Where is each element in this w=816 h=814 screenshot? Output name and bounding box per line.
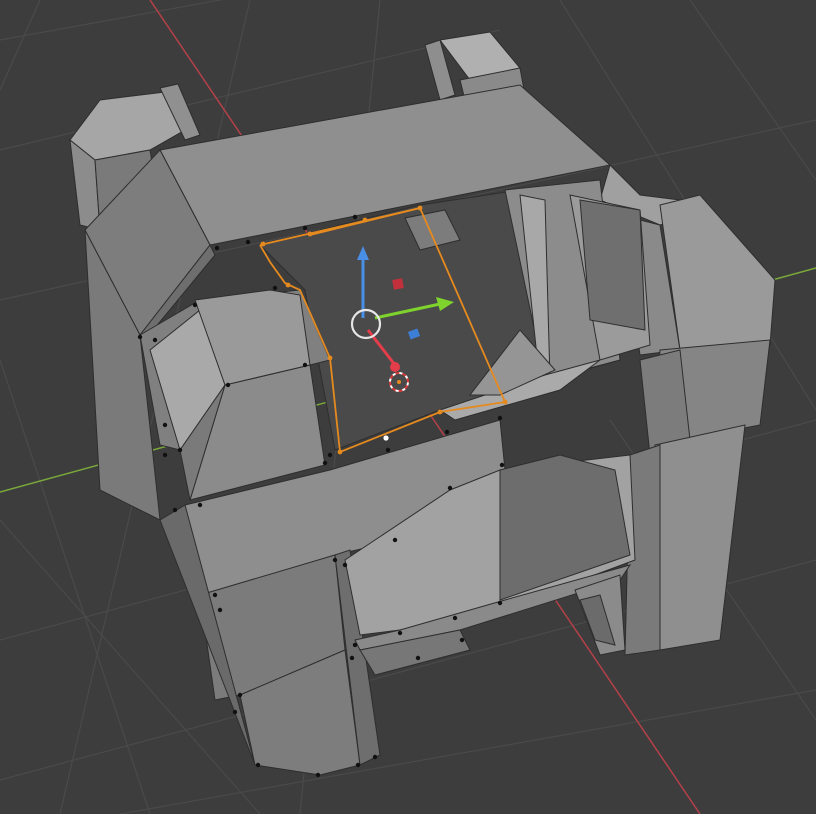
mesh-object[interactable] bbox=[69, 31, 776, 776]
gizmo-xz-plane-handle[interactable] bbox=[392, 278, 404, 290]
viewport-canvas[interactable] bbox=[0, 0, 816, 814]
gizmo-x-handle[interactable] bbox=[390, 362, 400, 372]
active-vertex[interactable] bbox=[383, 435, 389, 441]
3d-viewport[interactable] bbox=[0, 0, 816, 814]
